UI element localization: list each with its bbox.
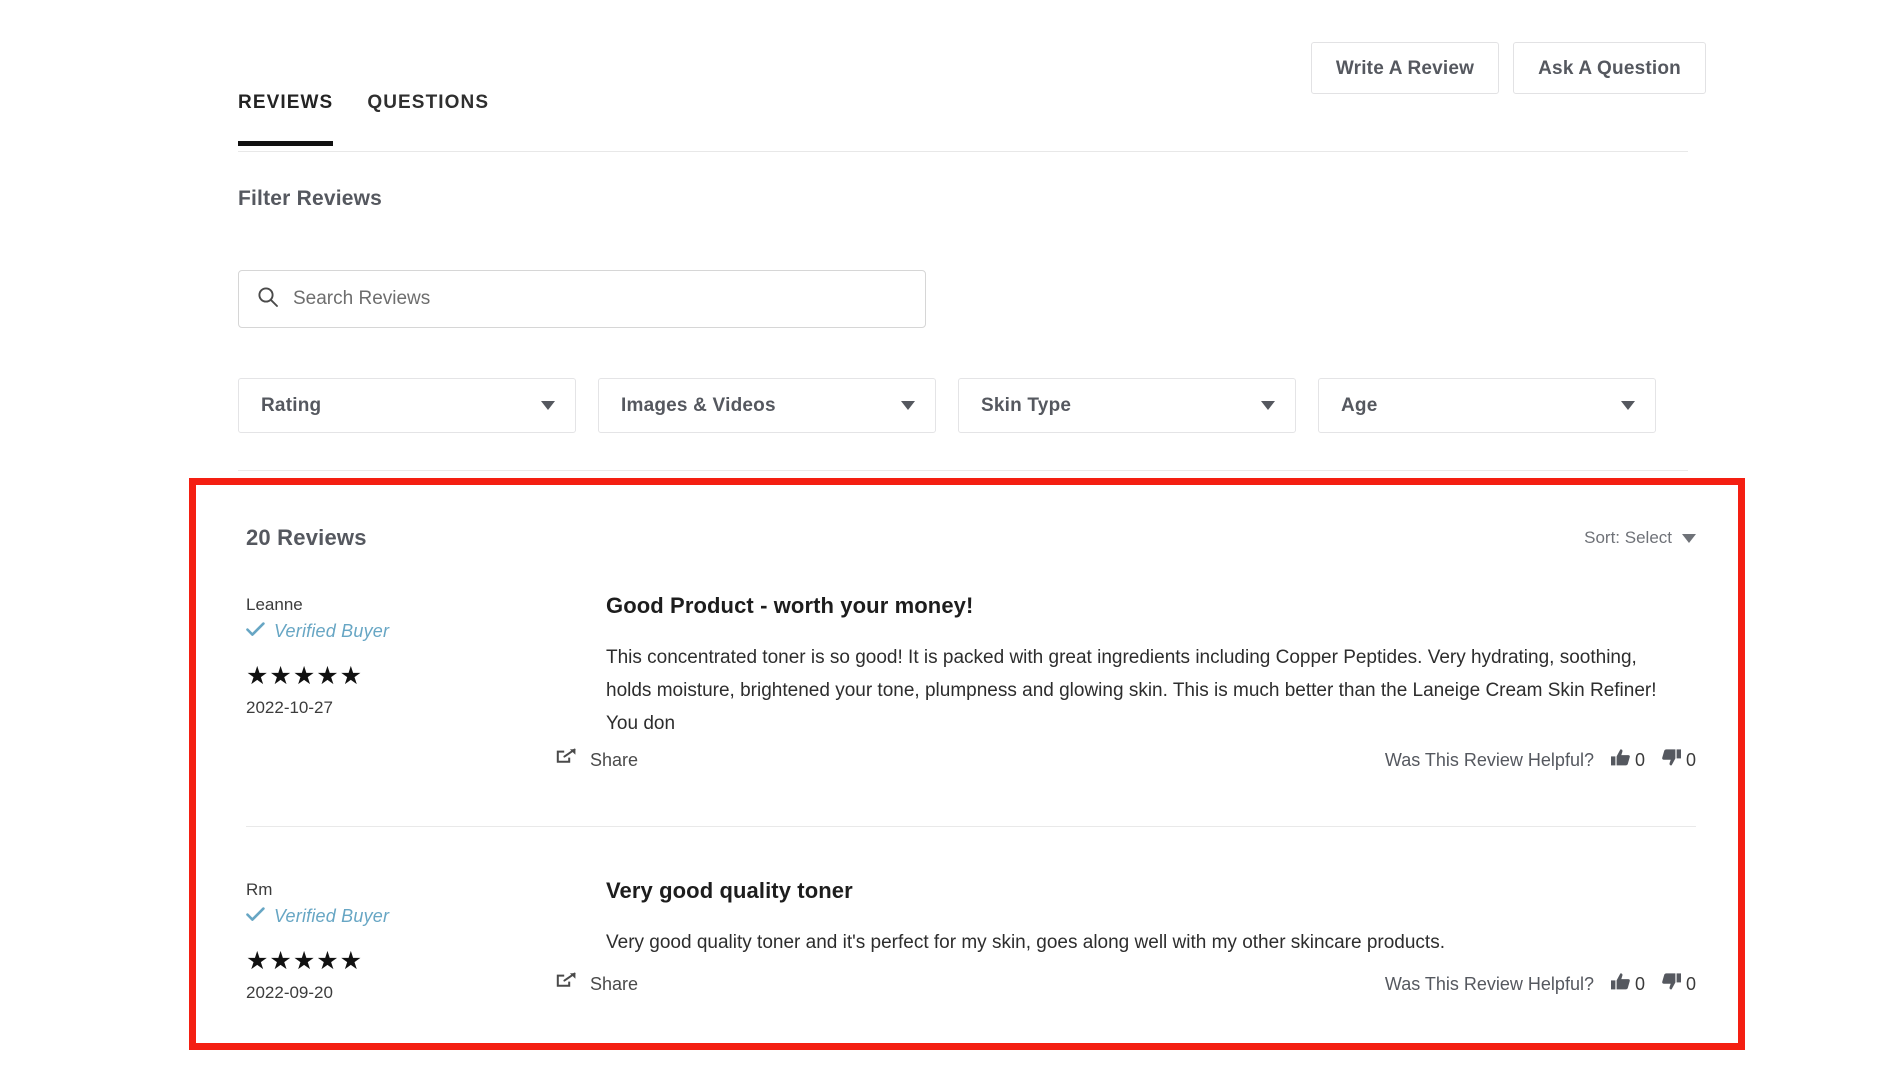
search-input[interactable] <box>291 287 855 311</box>
review-actions: Share Was This Review Helpful? 0 0 <box>246 972 1696 996</box>
review-title: Good Product - worth your money! <box>606 593 974 618</box>
share-button[interactable]: Share <box>556 748 638 772</box>
reviews-list-header: 20 Reviews Sort: Select <box>246 525 1696 551</box>
filter-dropdowns: Rating Images & Videos Skin Type Age <box>238 378 1656 433</box>
filter-dropdown-age[interactable]: Age <box>1318 378 1656 433</box>
verified-buyer-badge: Verified Buyer <box>246 906 606 927</box>
thumbs-up-button[interactable]: 0 <box>1610 748 1645 772</box>
verified-buyer-label: Verified Buyer <box>274 906 390 926</box>
check-icon <box>246 906 265 927</box>
filter-dropdown-rating-label: Rating <box>261 394 322 416</box>
thumbs-up-count: 0 <box>1634 973 1645 994</box>
tab-bar-divider <box>238 151 1688 152</box>
sort-select-label: Sort: Select <box>1584 528 1672 547</box>
filter-panel-divider <box>238 470 1688 471</box>
write-a-review-button[interactable]: Write A Review <box>1310 42 1500 94</box>
reviews-page: Write A Review Ask A Question REVIEWS QU… <box>0 0 1882 1076</box>
verified-buyer-badge: Verified Buyer <box>246 621 606 642</box>
share-icon <box>556 972 577 996</box>
reviews-list-highlight: 20 Reviews Sort: Select Leanne Verified … <box>189 478 1745 1050</box>
helpful-controls: Was This Review Helpful? 0 0 <box>1385 748 1696 772</box>
thumbs-down-button[interactable]: 0 <box>1661 748 1696 772</box>
thumbs-up-icon <box>1610 972 1631 996</box>
share-label: Share <box>590 973 639 994</box>
filter-dropdown-images-videos[interactable]: Images & Videos <box>598 378 936 433</box>
reviewer-name: Rm <box>246 880 273 899</box>
thumbs-down-icon <box>1661 972 1682 996</box>
helpful-question: Was This Review Helpful? <box>1384 973 1594 994</box>
thumbs-down-count: 0 <box>1685 749 1696 770</box>
review-text: Very good quality toner and it's perfect… <box>606 932 1445 953</box>
ask-a-question-button[interactable]: Ask A Question <box>1513 42 1706 94</box>
share-label: Share <box>590 749 639 770</box>
chevron-down-icon <box>1261 401 1275 410</box>
chevron-down-icon <box>1682 533 1696 543</box>
review-item: Leanne Verified Buyer ★★★★★ 2022-10-27 G… <box>246 593 1696 740</box>
review-actions: Share Was This Review Helpful? 0 0 <box>246 748 1696 772</box>
filter-dropdown-skin-type[interactable]: Skin Type <box>958 378 1296 433</box>
review-text: This concentrated toner is so good! It i… <box>606 647 1657 734</box>
review-divider <box>246 826 1696 827</box>
star-rating: ★★★★★ <box>246 947 364 975</box>
filter-dropdown-rating[interactable]: Rating <box>238 378 576 433</box>
filter-dropdown-skin-type-label: Skin Type <box>981 394 1072 416</box>
helpful-controls: Was This Review Helpful? 0 0 <box>1385 972 1696 996</box>
share-button[interactable]: Share <box>556 972 638 996</box>
reviewer-name: Leanne <box>246 595 303 614</box>
thumbs-down-button[interactable]: 0 <box>1661 972 1696 996</box>
thumbs-up-count: 0 <box>1634 749 1645 770</box>
tab-reviews[interactable]: REVIEWS <box>238 92 334 146</box>
review-meta: Leanne Verified Buyer ★★★★★ 2022-10-27 <box>246 593 606 740</box>
thumbs-down-count: 0 <box>1685 973 1696 994</box>
search-icon <box>257 286 279 313</box>
chevron-down-icon <box>1621 401 1635 410</box>
verified-buyer-label: Verified Buyer <box>274 621 390 641</box>
share-icon <box>556 748 577 772</box>
review-date: 2022-10-27 <box>246 698 333 717</box>
review-title: Very good quality toner <box>606 878 853 903</box>
thumbs-up-button[interactable]: 0 <box>1610 972 1645 996</box>
reviews-count: 20 Reviews <box>246 525 367 550</box>
review-body: Good Product - worth your money! This co… <box>606 593 1696 740</box>
chevron-down-icon <box>901 401 915 410</box>
filter-dropdown-images-videos-label: Images & Videos <box>621 394 776 416</box>
star-rating: ★★★★★ <box>246 662 364 690</box>
search-reviews-field[interactable] <box>238 270 926 328</box>
sort-select[interactable]: Sort: Select <box>1584 528 1696 548</box>
thumbs-down-icon <box>1661 748 1682 772</box>
tab-questions[interactable]: QUESTIONS <box>367 92 489 124</box>
filter-dropdown-age-label: Age <box>1341 394 1378 416</box>
chevron-down-icon <box>541 401 555 410</box>
check-icon <box>246 621 265 642</box>
thumbs-up-icon <box>1610 748 1631 772</box>
tab-bar: REVIEWS QUESTIONS <box>238 92 489 146</box>
top-actions: Write A Review Ask A Question <box>1310 42 1706 94</box>
helpful-question: Was This Review Helpful? <box>1384 749 1594 770</box>
filter-reviews-title: Filter Reviews <box>238 187 383 210</box>
